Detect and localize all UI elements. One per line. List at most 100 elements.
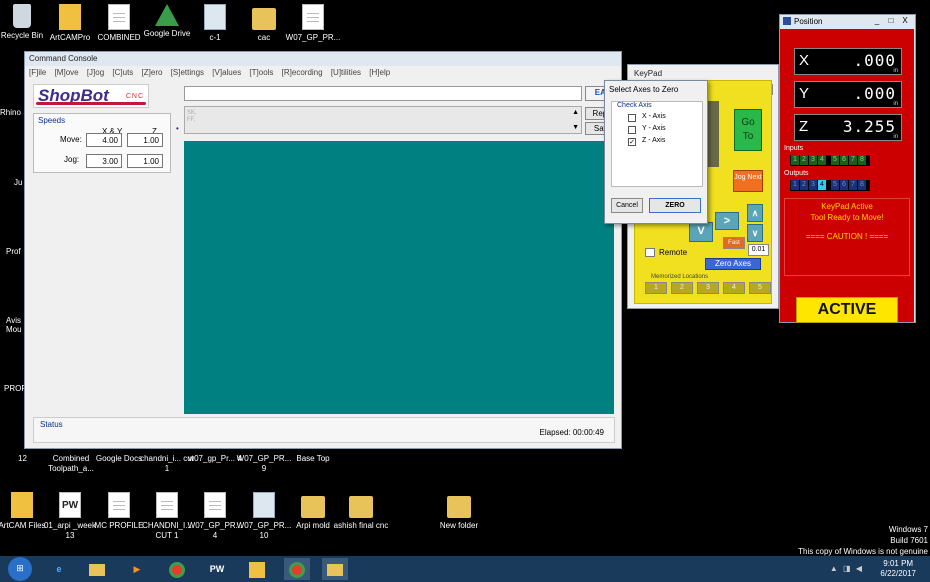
- taskbar-media[interactable]: ▶: [124, 558, 150, 580]
- mem-slot-3[interactable]: 3: [697, 282, 719, 294]
- media-player-icon: ▶: [133, 564, 141, 574]
- input-5: 5: [831, 155, 839, 165]
- minimize-button[interactable]: _: [872, 16, 882, 25]
- command-input[interactable]: [184, 86, 582, 101]
- taskbar-chrome[interactable]: [164, 558, 190, 580]
- input-3: 3: [809, 155, 817, 165]
- check-mark-icon: ✓: [629, 139, 635, 146]
- jog-down-button[interactable]: V: [689, 222, 713, 242]
- status-label: Status: [40, 420, 63, 429]
- x-axis-checkbox[interactable]: [628, 114, 636, 122]
- tray-clock[interactable]: 9:01 PM 6/22/2017: [880, 559, 916, 579]
- jog-z-up-button[interactable]: ∧: [747, 204, 763, 222]
- desktop-icon-12[interactable]: 12: [18, 454, 27, 463]
- windows-logo-icon: ⊞: [16, 563, 24, 573]
- volume-icon[interactable]: ◀: [856, 564, 862, 573]
- console-titlebar[interactable]: Command Console: [25, 52, 621, 66]
- menu-utilities[interactable]: [U]tilities: [331, 68, 361, 77]
- command-history[interactable]: SK, FF, ▲ ▼: [184, 106, 582, 134]
- desktop-icon-ashish[interactable]: ashish final cnc: [331, 492, 391, 531]
- zero-axes-button[interactable]: Zero Axes: [705, 258, 761, 270]
- menu-cuts[interactable]: [C]uts: [112, 68, 133, 77]
- position-close-button[interactable]: X: [900, 16, 910, 25]
- menu-zero[interactable]: [Z]ero: [142, 68, 163, 77]
- fast-toggle[interactable]: Fast: [723, 237, 745, 249]
- menu-file[interactable]: [F]ile: [29, 68, 46, 77]
- maximize-button[interactable]: □: [886, 16, 896, 25]
- menu-jog[interactable]: [J]og: [87, 68, 104, 77]
- jog-next-button[interactable]: Jog Next: [733, 170, 763, 192]
- menu-settings[interactable]: [S]ettings: [171, 68, 204, 77]
- keypad-dark-panel: [707, 101, 719, 167]
- menu-recording[interactable]: [R]ecording: [282, 68, 323, 77]
- menu-move[interactable]: [M]ove: [55, 68, 79, 77]
- position-titlebar[interactable]: Position _ □ X: [780, 15, 915, 29]
- remote-checkbox[interactable]: [645, 248, 655, 257]
- desktop-icon-ju[interactable]: Ju: [14, 178, 22, 187]
- inputs-indicators: 1 2 3 4 5 6 7 8: [790, 155, 870, 166]
- move-xy-field[interactable]: 4.00: [86, 133, 122, 147]
- inputs-label: Inputs: [784, 145, 804, 152]
- dro-x: X .000 in: [794, 48, 902, 75]
- pw-file-icon: PW: [59, 492, 81, 518]
- z-axis-checkbox[interactable]: ✓: [628, 138, 636, 146]
- taskbar-ie[interactable]: e: [46, 558, 72, 580]
- output-5: 5: [831, 180, 839, 190]
- tray-up-arrow-icon[interactable]: ▲: [830, 564, 838, 573]
- move-z-field[interactable]: 1.00: [127, 133, 163, 147]
- taskbar-chrome-2[interactable]: [284, 558, 310, 580]
- chrome-icon: [289, 561, 305, 578]
- taskbar-pw[interactable]: PW: [204, 558, 230, 580]
- input-6: 6: [840, 155, 848, 165]
- position-app-icon: [783, 17, 791, 25]
- desktop-icon-w07[interactable]: W07_GP_PR...: [283, 4, 343, 43]
- menu-tools[interactable]: [T]ools: [249, 68, 273, 77]
- image-file-icon: [253, 492, 275, 518]
- input-2: 2: [800, 155, 808, 165]
- step-size-field[interactable]: 0.01: [748, 244, 769, 256]
- display-area: [184, 141, 614, 414]
- jog-z-down-button[interactable]: ∨: [747, 224, 763, 242]
- taskbar-folder[interactable]: [322, 558, 348, 580]
- file-icon: [108, 492, 130, 518]
- mem-slot-5[interactable]: 5: [749, 282, 771, 294]
- taskbar-artcam[interactable]: [244, 558, 270, 580]
- desktop-icon-new-folder[interactable]: New folder: [429, 492, 489, 531]
- image-file-icon: [204, 4, 226, 30]
- history-scroll-up-icon[interactable]: ▲: [572, 109, 579, 116]
- desktop-icon-base-top[interactable]: Base Top: [283, 454, 343, 464]
- recycle-bin-icon: [13, 4, 31, 28]
- mem-slot-2[interactable]: 2: [671, 282, 693, 294]
- mem-slot-1[interactable]: 1: [645, 282, 667, 294]
- windows-watermark: Windows 7 Build 7601 This copy of Window…: [798, 525, 928, 556]
- network-icon[interactable]: ◨: [843, 564, 851, 573]
- menu-help[interactable]: [H]elp: [369, 68, 390, 77]
- file-icon: [156, 492, 178, 518]
- history-text: SK, FF,: [187, 110, 197, 123]
- logo-swoosh: [36, 102, 146, 105]
- desktop-icon-prof2[interactable]: PROF: [4, 384, 26, 393]
- menu-values[interactable]: [V]alues: [212, 68, 241, 77]
- keypad-title: KeyPad: [634, 69, 663, 78]
- zero-button[interactable]: ZERO: [649, 198, 701, 213]
- y-axis-checkbox[interactable]: [628, 126, 636, 134]
- remote-label: Remote: [659, 248, 688, 257]
- jog-right-button[interactable]: >: [715, 212, 739, 230]
- file-icon: [302, 4, 324, 30]
- input-8: 8: [858, 155, 866, 165]
- desktop-icon-rhino[interactable]: Rhino: [0, 108, 21, 117]
- history-scroll-down-icon[interactable]: ▼: [572, 124, 579, 131]
- cancel-button[interactable]: Cancel: [611, 198, 643, 213]
- y-axis-label: Y - Axis: [642, 125, 666, 132]
- goto-button[interactable]: Go To: [734, 109, 762, 151]
- memorized-slots: 1 2 3 4 5: [645, 282, 771, 294]
- tray-icons: ▲ ◨ ◀: [830, 564, 862, 573]
- start-button[interactable]: ⊞: [8, 557, 32, 581]
- speeds-panel: Speeds X & Y Z Move: Jog: 4.00 1.00 3.00…: [33, 113, 171, 173]
- desktop-icon-prof[interactable]: Prof: [6, 247, 21, 256]
- taskbar-explorer[interactable]: [84, 558, 110, 580]
- jog-z-field[interactable]: 1.00: [127, 154, 163, 168]
- desktop-icon-avis[interactable]: Avis Mou: [6, 316, 24, 334]
- jog-xy-field[interactable]: 3.00: [86, 154, 122, 168]
- mem-slot-4[interactable]: 4: [723, 282, 745, 294]
